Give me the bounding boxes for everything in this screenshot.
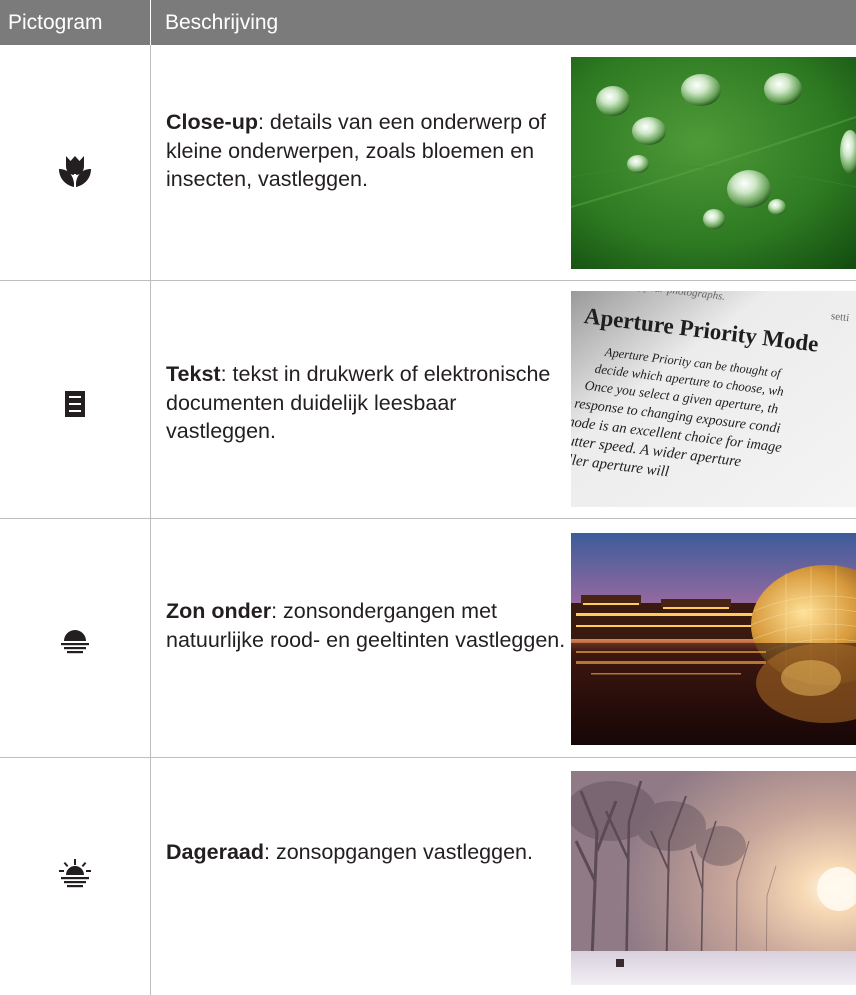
photo-misty-sunrise — [571, 771, 856, 985]
text-document-icon — [55, 384, 95, 424]
header-separator — [150, 0, 151, 45]
row-description: Zon onder: zonsondergangen met natuurlij… — [166, 597, 566, 654]
row-description: Close-up: details van een onderwerp of k… — [166, 108, 566, 194]
row-text: : tekst in drukwerk of elektronische doc… — [166, 362, 551, 443]
row-title: Zon onder — [166, 599, 272, 623]
header-description: Beschrijving — [165, 11, 279, 34]
photo-water-droplets — [571, 57, 856, 269]
table-row: Zon onder: zonsondergangen met natuurlij… — [0, 519, 856, 757]
row-description: Tekst: tekst in drukwerk of elektronisch… — [166, 360, 566, 446]
row-title: Close-up — [166, 110, 258, 134]
dawn-icon — [55, 854, 95, 894]
sunset-icon — [55, 620, 95, 660]
row-title: Dageraad — [166, 840, 264, 864]
row-title: Tekst — [166, 362, 221, 386]
row-description: Dageraad: zonsopgangen vastleggen. — [166, 838, 566, 867]
table-row: Tekst: tekst in drukwerk of elektronisch… — [0, 281, 856, 518]
photo-sunset-city — [571, 533, 856, 745]
page-line: setti — [830, 310, 850, 324]
header-pictogram: Pictogram — [8, 11, 103, 34]
table-row: Close-up: details van een onderwerp of k… — [0, 45, 856, 280]
table-row: Dageraad: zonsopgangen vastleggen. — [0, 758, 856, 995]
macro-flower-icon — [55, 151, 95, 191]
table-header: Pictogram Beschrijving — [0, 0, 856, 45]
row-text: : zonsopgangen vastleggen. — [264, 840, 533, 864]
photo-book-page: of your photographs. setti Aperture Prio… — [571, 291, 856, 507]
